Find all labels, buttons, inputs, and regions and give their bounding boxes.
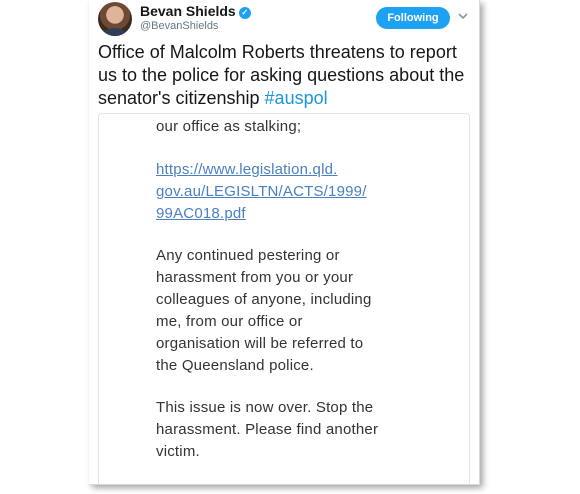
screenshot-line: This issue is now over. Stop the bbox=[156, 399, 374, 416]
following-button[interactable]: Following bbox=[376, 7, 450, 29]
hashtag-link[interactable]: #auspol bbox=[265, 88, 328, 108]
author-name[interactable]: Bevan Shields ✓ bbox=[140, 3, 251, 19]
screenshot-line: harassment from you or your bbox=[156, 269, 354, 286]
embedded-screenshot[interactable]: our office as stalking; https://www.legi… bbox=[98, 113, 470, 484]
tweet-card: Bevan Shields ✓ @BevanShields Following O… bbox=[89, 0, 480, 485]
chevron-down-icon[interactable] bbox=[457, 10, 469, 22]
avatar-shirt bbox=[102, 28, 128, 36]
screenshot-line: me, from our office or bbox=[156, 313, 303, 330]
screenshot-line: organisation will be referred to bbox=[156, 335, 364, 352]
screenshot-line: harassment. Please find another bbox=[156, 421, 379, 438]
author-handle[interactable]: @BevanShields bbox=[140, 20, 218, 32]
screenshot-line: our office as stalking; bbox=[156, 118, 302, 135]
screenshot-line: colleagues of anyone, including bbox=[156, 291, 372, 308]
screenshot-line: Any continued pestering or bbox=[156, 247, 340, 264]
tweet-text: Office of Malcolm Roberts threatens to r… bbox=[98, 41, 473, 110]
legislation-link: 99AC018.pdf bbox=[156, 205, 246, 222]
legislation-link: https://www.legislation.qld. bbox=[156, 161, 338, 178]
legislation-link: gov.au/LEGISLTN/ACTS/1999/ bbox=[156, 183, 367, 200]
screenshot-line: the Queensland police. bbox=[156, 357, 314, 374]
author-name-text[interactable]: Bevan Shields bbox=[140, 3, 236, 19]
verified-badge-icon: ✓ bbox=[238, 7, 251, 19]
avatar[interactable] bbox=[98, 2, 132, 36]
screenshot-line: victim. bbox=[156, 443, 200, 460]
